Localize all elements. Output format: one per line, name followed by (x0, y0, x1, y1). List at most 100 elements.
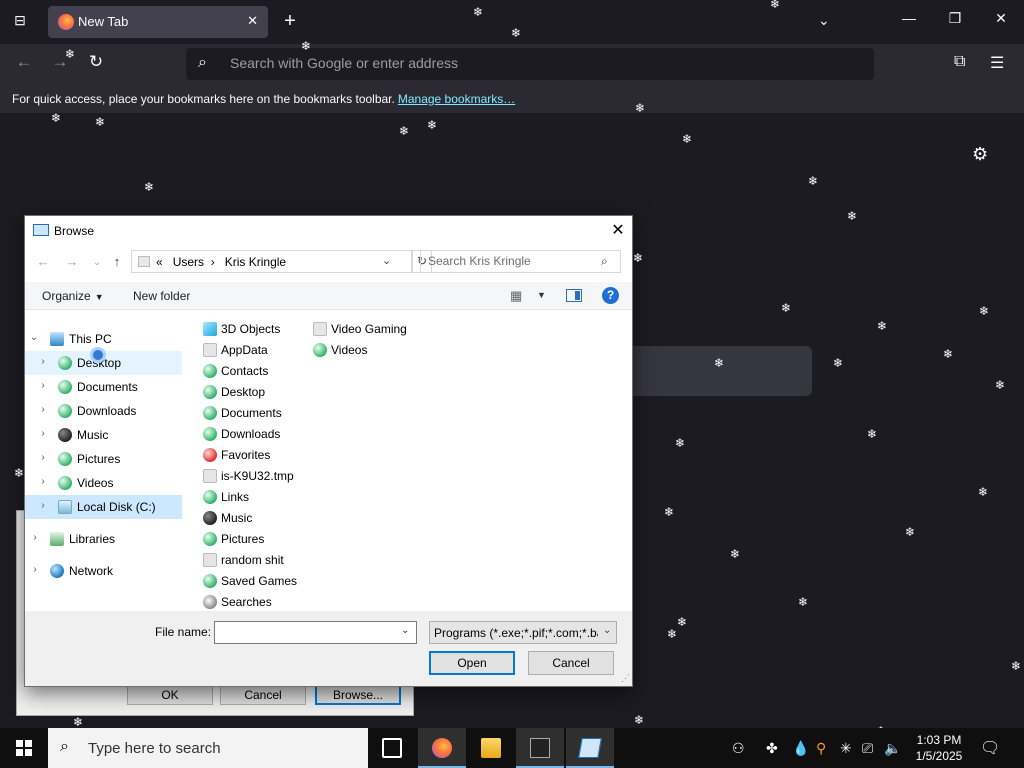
breadcrumb-kris-kringle[interactable]: Kris Kringle (225, 255, 286, 269)
snowflake-icon: ❄ (847, 209, 858, 223)
back-arrow-icon[interactable]: ← (33, 254, 53, 269)
expand-chevron-icon[interactable]: › (30, 532, 40, 543)
busy-cursor-icon (90, 347, 106, 363)
tree-item-libraries[interactable]: › Libraries (25, 527, 182, 551)
taskbar-firefox[interactable] (418, 728, 466, 768)
tab-new-tab[interactable]: New Tab ✕ (48, 6, 268, 38)
view-options-caret-icon[interactable]: ▼ (537, 290, 546, 300)
file-type-select[interactable]: Programs (*.exe;*.pif;*.com;*.bat;*.cmd)… (429, 621, 617, 644)
run-browse-button[interactable]: Browse... (315, 685, 401, 705)
people-icon[interactable]: ⚇ (732, 740, 745, 757)
recent-locations-icon[interactable]: ⌄ (87, 257, 107, 268)
resize-grip-icon[interactable]: ⋰ (621, 673, 630, 684)
dialog-toolbar: Organize ▼ New folder ▦ ▼ ? (25, 282, 632, 310)
file-name: Links (221, 490, 250, 504)
settings-icon[interactable]: ⚙ (972, 144, 988, 165)
notifications-icon[interactable]: 🗨 (980, 738, 1000, 758)
magnifier-tray-icon[interactable]: ⚲ (816, 740, 826, 757)
snowflake-icon: ❄ (877, 319, 888, 333)
taskbar-run[interactable] (566, 728, 614, 768)
file-name-combobox[interactable]: ⌄ (214, 621, 417, 644)
snowflake-icon: ❄ (905, 525, 916, 539)
expand-chevron-icon[interactable]: › (38, 476, 48, 487)
drive-icon (58, 500, 72, 514)
breadcrumb-users[interactable]: Users (173, 255, 204, 269)
folder-search-input[interactable] (428, 254, 598, 268)
new-folder-button[interactable]: New folder (133, 289, 190, 303)
back-icon[interactable]: ← (10, 52, 38, 76)
droplet-icon[interactable]: 💧 (792, 740, 809, 757)
breadcrumb-separator[interactable]: › (211, 255, 215, 269)
manage-bookmarks-link[interactable]: Manage bookmarks… (398, 92, 515, 106)
tree-item-documents[interactable]: › Documents (25, 375, 182, 399)
tree-item-local-disk[interactable]: › Local Disk (C:) (25, 495, 182, 519)
open-button[interactable]: Open (429, 651, 515, 675)
minimize-button[interactable]: — (886, 10, 932, 26)
taskbar: ⌕ Type here to search ⚇ ✤ 💧 ⚲ ✳ ⎚ 🔈 1:03… (0, 728, 1024, 768)
system-clock[interactable]: 1:03 PM 1/5/2025 (906, 732, 972, 764)
cancel-button[interactable]: Cancel (528, 651, 614, 675)
bookmarks-toolbar: For quick access, place your bookmarks h… (0, 86, 1024, 114)
run-ok-button[interactable]: OK (127, 685, 213, 705)
url-bar[interactable]: ⌕ (186, 48, 874, 80)
snowflake-icon: ❄ (301, 39, 312, 53)
taskbar-file-explorer[interactable] (467, 728, 515, 768)
folder-search-box[interactable]: ⌕ (420, 250, 621, 273)
change-view-icon[interactable]: ▦ (510, 288, 522, 304)
organize-button[interactable]: Organize ▼ (42, 289, 104, 303)
address-dropdown-icon[interactable]: ⌄ (382, 254, 391, 267)
expand-chevron-icon[interactable]: › (38, 404, 48, 415)
forward-arrow-icon[interactable]: → (62, 254, 82, 269)
tree-item-music[interactable]: › Music (25, 423, 182, 447)
snowflake-tray-icon[interactable]: ✳ (840, 740, 852, 757)
shortcut-tile[interactable] (620, 346, 812, 396)
tree-item-pictures[interactable]: › Pictures (25, 447, 182, 471)
dialog-title-bar[interactable]: Browse ✕ (25, 216, 632, 246)
close-tab-icon[interactable]: ✕ (247, 13, 258, 29)
start-button[interactable] (0, 728, 48, 768)
list-all-tabs-icon[interactable]: ⌄ (818, 12, 830, 29)
browse-dialog: Browse ✕ ← → ⌄ ↑ « Users › Kris Kringle … (24, 215, 633, 687)
clock-time: 1:03 PM (916, 733, 962, 747)
expand-chevron-icon[interactable]: › (38, 452, 48, 463)
tree-item-videos[interactable]: › Videos (25, 471, 182, 495)
taskbar-command-prompt[interactable] (516, 728, 564, 768)
new-tab-button[interactable]: + (280, 10, 300, 33)
folder-icon (203, 553, 217, 567)
expand-chevron-icon[interactable]: › (30, 564, 40, 575)
taskbar-search-box[interactable]: ⌕ Type here to search (48, 728, 368, 768)
reload-icon[interactable]: ↻ (82, 52, 110, 76)
snowflake-icon: ❄ (65, 47, 76, 61)
tree-item-this-pc[interactable]: ⌄ This PC (25, 327, 182, 351)
expand-chevron-icon[interactable]: › (38, 428, 48, 439)
expand-chevron-icon[interactable]: › (38, 380, 48, 391)
tree-item-network[interactable]: › Network (25, 559, 182, 583)
chevron-down-icon[interactable]: ⌄ (603, 625, 611, 636)
menu-icon[interactable]: ☰ (990, 53, 1004, 73)
chevron-down-icon[interactable]: ⌄ (401, 625, 409, 636)
tray-app-icon[interactable]: ✤ (766, 740, 778, 757)
url-input[interactable] (230, 55, 830, 71)
tree-label: Music (77, 428, 109, 442)
run-cancel-button[interactable]: Cancel (220, 685, 306, 705)
help-icon[interactable]: ? (602, 287, 619, 304)
expand-chevron-icon[interactable]: › (38, 356, 48, 367)
file-name-field[interactable] (219, 625, 394, 639)
dialog-title: Browse (54, 224, 95, 238)
task-view-button[interactable] (368, 728, 416, 768)
close-icon[interactable]: ✕ (603, 220, 633, 240)
dialog-footer: File name: ⌄ Programs (*.exe;*.pif;*.com… (25, 611, 632, 686)
expand-chevron-icon[interactable]: › (38, 500, 48, 511)
tab-list-icon[interactable]: ⊟ (10, 12, 30, 32)
close-window-button[interactable]: ✕ (978, 10, 1024, 27)
breadcrumb-overflow[interactable]: « (156, 255, 163, 269)
extensions-icon[interactable]: ⧉ (954, 53, 965, 71)
address-bar[interactable]: « Users › Kris Kringle ⌄ (131, 250, 412, 273)
network-status-icon[interactable]: ⎚ (862, 740, 873, 757)
up-arrow-icon[interactable]: ↑ (107, 254, 127, 269)
tree-item-downloads[interactable]: › Downloads (25, 399, 182, 423)
restore-button[interactable]: ❐ (932, 10, 978, 27)
preview-pane-icon[interactable] (566, 289, 582, 302)
volume-muted-icon[interactable]: 🔈 (884, 740, 901, 757)
collapse-chevron-icon[interactable]: ⌄ (29, 332, 39, 343)
